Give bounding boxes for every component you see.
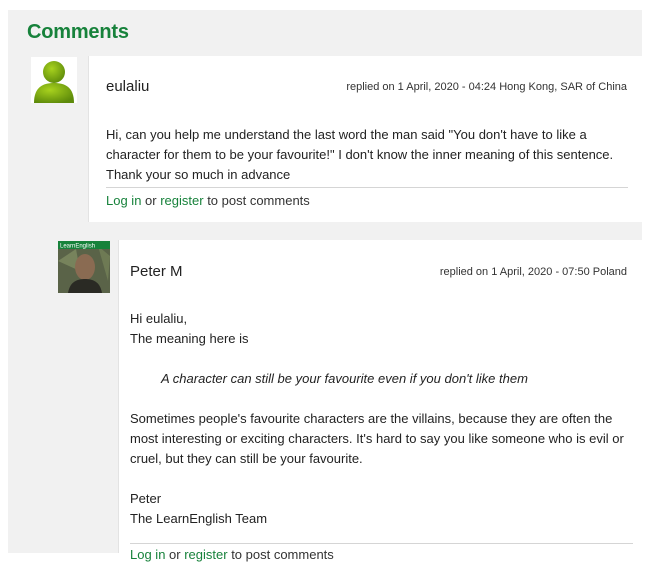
section-heading: Comments <box>27 21 129 43</box>
explanation-paragraph: Sometimes people's favourite characters … <box>130 411 624 466</box>
signoff-team: The LearnEnglish Team <box>130 511 268 526</box>
post-comments-text: to post comments <box>203 193 310 208</box>
post-comments-text: to post comments <box>227 547 334 562</box>
divider <box>106 187 628 188</box>
divider <box>130 543 633 544</box>
or-text: or <box>141 193 161 208</box>
login-link[interactable]: Log in <box>106 193 141 208</box>
register-link[interactable]: register <box>160 193 203 208</box>
intro-text: The meaning here is <box>130 331 249 346</box>
avatar-badge: LearnEnglish <box>60 244 95 250</box>
or-text: or <box>165 547 185 562</box>
comment-meta: replied on 1 April, 2020 - 07:50 Poland <box>439 266 627 278</box>
register-link[interactable]: register <box>184 547 227 562</box>
comment-body-text: Hi, can you help me understand the last … <box>106 127 614 182</box>
comment-meta: replied on 1 April, 2020 - 04:24 Hong Ko… <box>346 81 627 93</box>
comment-links: Log in or register to post comments <box>130 547 334 562</box>
comment-author[interactable]: eulaliu <box>106 78 149 95</box>
comment-body: Hi eulaliu, The meaning here is A charac… <box>130 309 635 529</box>
comments-section: Comments eulaliu replied on 1 April, 202… <box>8 10 642 562</box>
greeting-text: Hi eulaliu, <box>130 311 188 326</box>
comment-body: Hi, can you help me understand the last … <box>106 125 626 185</box>
comment-links: Log in or register to post comments <box>106 193 310 208</box>
comment-card: eulaliu replied on 1 April, 2020 - 04:24… <box>88 56 642 222</box>
signoff-name: Peter <box>130 491 162 506</box>
login-link[interactable]: Log in <box>130 547 165 562</box>
reply-card: Peter M replied on 1 April, 2020 - 07:50… <box>118 240 642 562</box>
quote-text: A character can still be your favourite … <box>161 371 528 386</box>
avatar-default-user-icon[interactable] <box>31 57 77 103</box>
avatar-photo[interactable]: LearnEnglish <box>58 241 110 293</box>
comment-author[interactable]: Peter M <box>130 263 183 280</box>
